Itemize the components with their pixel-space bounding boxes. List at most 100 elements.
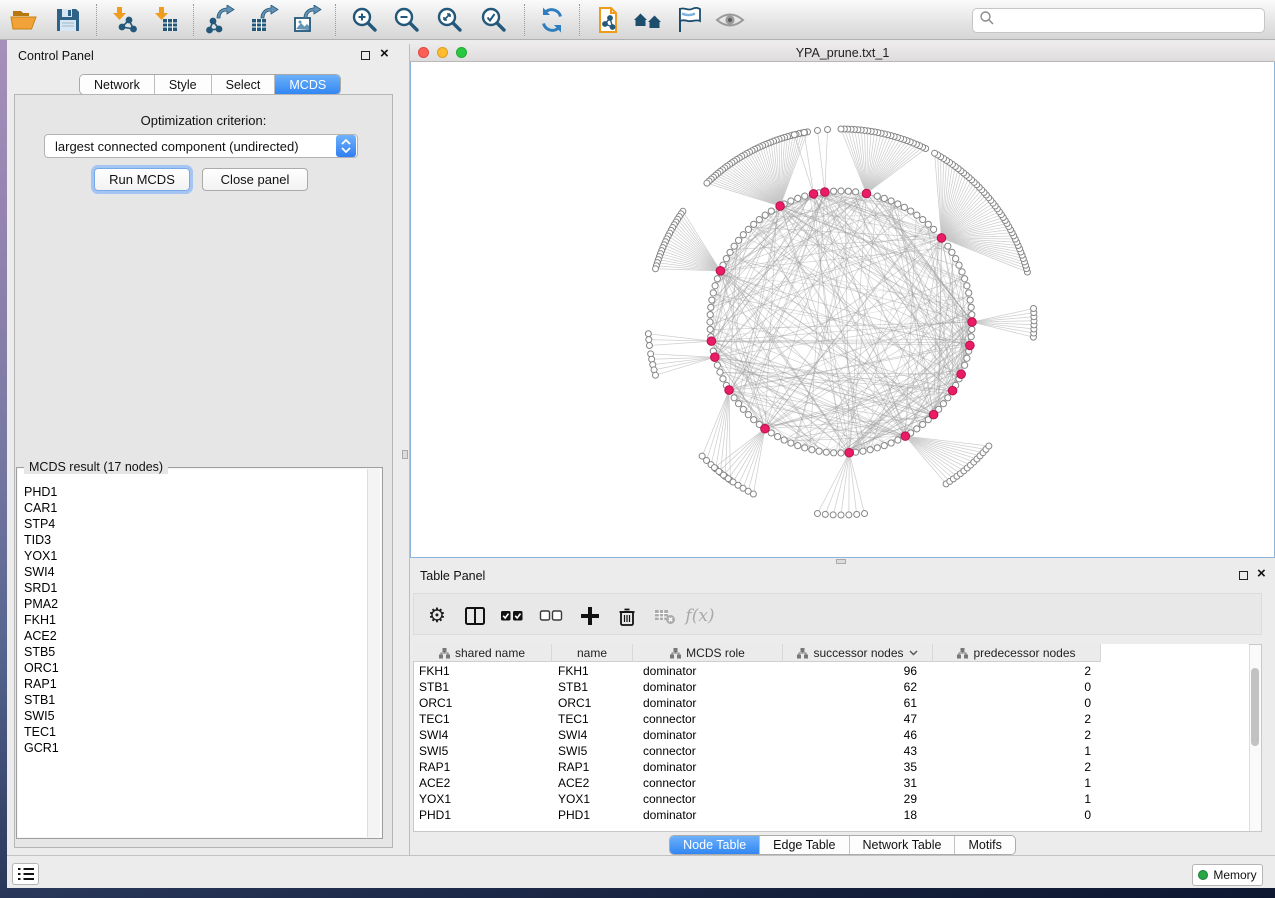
graph-node[interactable] bbox=[704, 180, 710, 186]
mcds-result-item[interactable]: ACE2 bbox=[24, 628, 354, 644]
graph-node[interactable] bbox=[945, 243, 951, 249]
table-row[interactable]: FKH1FKH1dominator962 bbox=[413, 663, 1249, 679]
mcds-result-item[interactable]: STB1 bbox=[24, 692, 354, 708]
graph-node[interactable] bbox=[838, 126, 844, 132]
graph-node[interactable] bbox=[814, 127, 820, 133]
search-field[interactable] bbox=[995, 14, 1264, 28]
graph-node[interactable] bbox=[788, 198, 794, 204]
control-panel-float-icon[interactable] bbox=[361, 51, 370, 60]
tab-network[interactable]: Network bbox=[80, 75, 154, 94]
graph-node[interactable] bbox=[956, 262, 962, 268]
graph-node[interactable] bbox=[822, 511, 828, 517]
mcds-result-item[interactable]: CAR1 bbox=[24, 500, 354, 516]
graph-node[interactable] bbox=[735, 401, 741, 407]
graph-node[interactable] bbox=[831, 450, 837, 456]
graph-node[interactable] bbox=[881, 443, 887, 449]
graph-node[interactable] bbox=[795, 443, 801, 449]
graph-node[interactable] bbox=[945, 395, 951, 401]
graph-node[interactable] bbox=[932, 150, 938, 156]
graph-node-mcds[interactable] bbox=[966, 341, 975, 350]
graph-node[interactable] bbox=[874, 193, 880, 199]
graph-node[interactable] bbox=[646, 337, 652, 343]
graph-node[interactable] bbox=[740, 406, 746, 412]
graph-node[interactable] bbox=[845, 188, 851, 194]
graph-node[interactable] bbox=[914, 426, 920, 432]
graph-node[interactable] bbox=[710, 290, 716, 296]
column-settings-gear-icon[interactable]: ⚙ bbox=[425, 604, 449, 628]
graph-node[interactable] bbox=[723, 256, 729, 262]
graph-node[interactable] bbox=[781, 437, 787, 443]
show-hide-eye-icon[interactable] bbox=[715, 5, 745, 35]
graph-node[interactable] bbox=[914, 212, 920, 218]
graph-node[interactable] bbox=[968, 304, 974, 310]
graph-node[interactable] bbox=[814, 511, 820, 517]
control-panel-close-icon[interactable]: × bbox=[380, 49, 389, 59]
table-row[interactable]: SWI5SWI5connector431 bbox=[413, 743, 1249, 759]
graph-node-mcds[interactable] bbox=[761, 424, 770, 433]
table-row[interactable]: YOX1YOX1connector291 bbox=[413, 791, 1249, 807]
column-header-name[interactable]: name bbox=[552, 644, 633, 662]
close-panel-button[interactable]: Close panel bbox=[202, 168, 308, 191]
graph-node[interactable] bbox=[940, 401, 946, 407]
mcds-result-list[interactable]: PHD1CAR1STP4TID3YOX1SWI4SRD1PMA2FKH1ACE2… bbox=[24, 484, 354, 756]
graph-node[interactable] bbox=[802, 193, 808, 199]
graph-node[interactable] bbox=[1031, 306, 1037, 312]
tab-network-table[interactable]: Network Table bbox=[849, 836, 955, 854]
share-document-icon[interactable] bbox=[593, 5, 623, 35]
graph-node[interactable] bbox=[768, 208, 774, 214]
graph-node[interactable] bbox=[802, 445, 808, 451]
graph-node[interactable] bbox=[745, 412, 751, 418]
column-header-predecessor-nodes[interactable]: predecessor nodes bbox=[933, 644, 1101, 662]
graph-node[interactable] bbox=[953, 256, 959, 262]
graph-node[interactable] bbox=[762, 212, 768, 218]
graph-node[interactable] bbox=[731, 243, 737, 249]
network-graph[interactable] bbox=[411, 62, 1274, 556]
graph-node[interactable] bbox=[788, 440, 794, 446]
graph-node[interactable] bbox=[751, 417, 757, 423]
mcds-result-item[interactable]: SRD1 bbox=[24, 580, 354, 596]
table-panel-float-icon[interactable] bbox=[1239, 571, 1248, 580]
refresh-icon[interactable] bbox=[537, 5, 567, 35]
graph-node[interactable] bbox=[708, 304, 714, 310]
graph-node-mcds[interactable] bbox=[862, 189, 871, 198]
export-table-icon[interactable] bbox=[249, 5, 279, 35]
graph-node[interactable] bbox=[967, 297, 973, 303]
graph-node[interactable] bbox=[720, 376, 726, 382]
graph-node[interactable] bbox=[838, 188, 844, 194]
network-window-titlebar[interactable]: YPA_prune.txt_1 bbox=[410, 44, 1275, 62]
graph-node[interactable] bbox=[745, 226, 751, 232]
mcds-result-item[interactable]: ORC1 bbox=[24, 660, 354, 676]
tab-edge-table[interactable]: Edge Table bbox=[759, 836, 848, 854]
graph-node[interactable] bbox=[874, 445, 880, 451]
mcds-result-item[interactable]: RAP1 bbox=[24, 676, 354, 692]
graph-node[interactable] bbox=[854, 511, 860, 517]
graph-node[interactable] bbox=[968, 334, 974, 340]
graph-node[interactable] bbox=[707, 326, 713, 332]
graph-node[interactable] bbox=[717, 369, 723, 375]
open-file-icon[interactable] bbox=[9, 5, 39, 35]
graph-node[interactable] bbox=[853, 189, 859, 195]
graph-node[interactable] bbox=[964, 283, 970, 289]
graph-node[interactable] bbox=[931, 226, 937, 232]
memory-button[interactable]: Memory bbox=[1192, 864, 1263, 886]
graph-node[interactable] bbox=[645, 331, 651, 337]
mcds-result-item[interactable]: SWI5 bbox=[24, 708, 354, 724]
graph-node[interactable] bbox=[775, 434, 781, 440]
graph-node[interactable] bbox=[809, 447, 815, 453]
graph-node[interactable] bbox=[969, 326, 975, 332]
mcds-result-item[interactable]: TID3 bbox=[24, 532, 354, 548]
graph-node[interactable] bbox=[925, 221, 931, 227]
graph-node[interactable] bbox=[727, 249, 733, 255]
split-panel-icon[interactable] bbox=[463, 604, 487, 628]
criterion-dropdown[interactable]: largest connected component (undirected) bbox=[44, 134, 358, 158]
graph-node-mcds[interactable] bbox=[707, 337, 716, 346]
mcds-result-item[interactable]: FKH1 bbox=[24, 612, 354, 628]
graph-node[interactable] bbox=[920, 216, 926, 222]
graph-node[interactable] bbox=[646, 343, 652, 349]
graph-node[interactable] bbox=[920, 421, 926, 427]
add-column-plus-icon[interactable] bbox=[578, 604, 602, 628]
mcds-result-item[interactable]: PHD1 bbox=[24, 484, 354, 500]
graph-node[interactable] bbox=[846, 512, 852, 518]
graph-node[interactable] bbox=[986, 443, 992, 449]
graph-node[interactable] bbox=[969, 312, 975, 318]
